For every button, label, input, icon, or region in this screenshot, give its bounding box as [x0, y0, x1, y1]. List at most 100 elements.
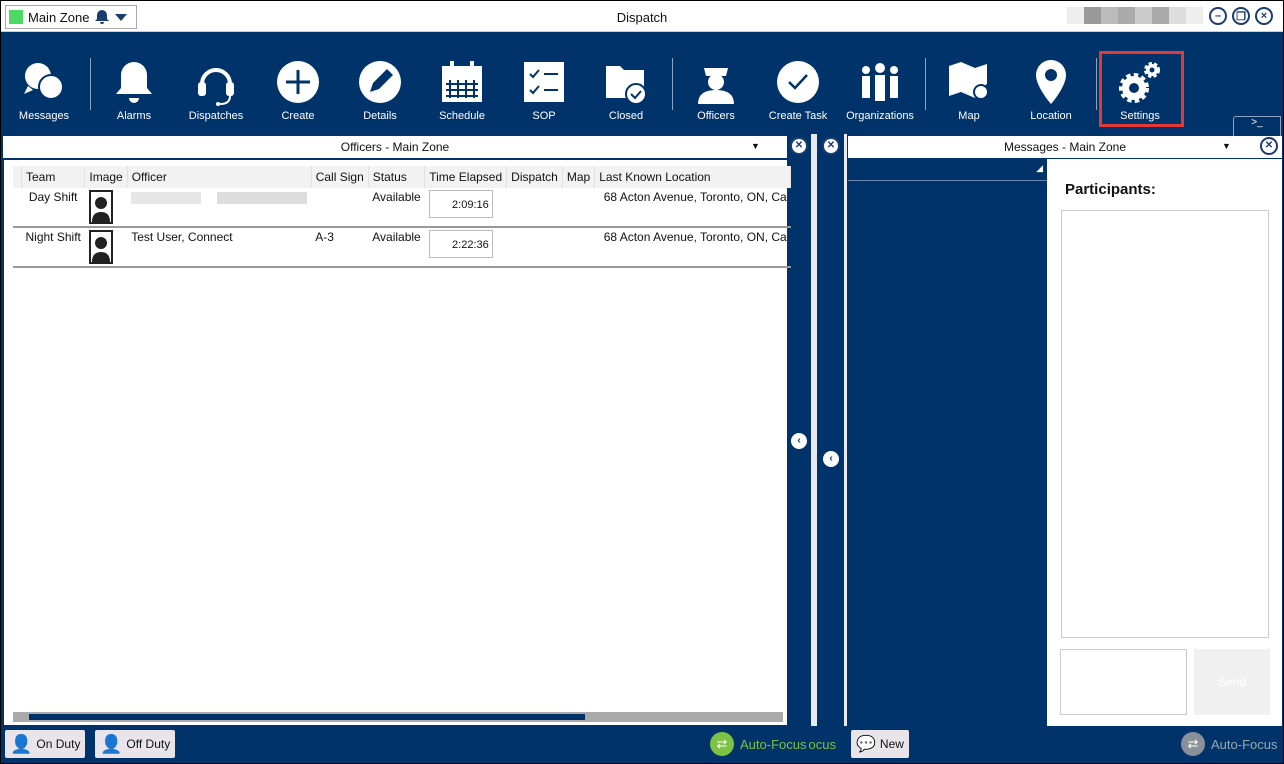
toolbar-label: SOP: [532, 110, 556, 122]
row-header: [13, 166, 22, 188]
officers-panel-header: Officers - Main Zone: [3, 136, 787, 158]
folder-check-icon: [606, 66, 647, 105]
panel-menu-caret-icon[interactable]: ▼: [1222, 141, 1231, 151]
participants-list[interactable]: [1061, 210, 1269, 638]
map-cell: [562, 188, 595, 228]
toolbar-officers-button[interactable]: Officers: [676, 58, 756, 122]
minimize-button[interactable]: –: [1209, 7, 1227, 25]
collapse-chevron-icon[interactable]: ‹: [823, 451, 839, 467]
column-header[interactable]: Status: [368, 166, 426, 188]
close-officers-panel-button[interactable]: ✕: [790, 137, 808, 155]
splitter[interactable]: [844, 134, 847, 726]
row-header-cell: [13, 188, 22, 228]
toolbar-organizations-button[interactable]: Organizations: [840, 58, 920, 122]
auto-focus-label: Auto-Focus: [1211, 736, 1278, 752]
column-header[interactable]: Time Elapsed: [424, 166, 508, 188]
auto-focus-label-clipped: ocus: [808, 736, 836, 752]
toolbar-label: Details: [363, 110, 397, 122]
toolbar-location-button[interactable]: Location: [1011, 58, 1091, 122]
console-button[interactable]: >_: [1233, 116, 1281, 136]
toolbar-create-task-button[interactable]: Create Task: [758, 58, 838, 122]
officers-grid: Team Image Officer Call Sign Status Time Elap…: [4, 160, 792, 725]
people-icon: [862, 63, 898, 101]
toolbar-create-button[interactable]: Create: [258, 58, 338, 122]
toolbar-dispatches-button[interactable]: Dispatches: [176, 58, 256, 122]
toolbar-settings-button[interactable]: Settings: [1100, 58, 1180, 122]
toolbar-alarms-button[interactable]: Alarms: [94, 58, 174, 122]
officer-remove-icon: 👤: [100, 733, 123, 754]
toolbar-closed-button[interactable]: Closed: [586, 58, 666, 122]
message-input[interactable]: [1060, 649, 1187, 715]
toolbar-separator: [1096, 58, 1097, 110]
swap-arrows-icon: ⇄: [710, 732, 734, 756]
column-header[interactable]: Image: [84, 166, 128, 188]
toolbar-label: Location: [1030, 110, 1072, 122]
map-cell: [562, 227, 595, 268]
scrollbar-thumb[interactable]: [29, 714, 585, 720]
team-cell: Night Shift: [21, 227, 85, 268]
horizontal-scrollbar[interactable]: [13, 712, 783, 722]
toolbar-map-button[interactable]: Map: [929, 58, 1009, 122]
column-header[interactable]: Officer: [127, 166, 312, 188]
officer-cell: Test User, Connect: [127, 227, 312, 268]
officer-add-icon: 👤: [10, 733, 33, 754]
restore-button[interactable]: ❐: [1232, 7, 1250, 25]
toolbar-separator: [925, 58, 926, 110]
column-header[interactable]: Call Sign: [311, 166, 369, 188]
gears-icon: [1119, 62, 1160, 103]
toolbar-label: Settings: [1120, 110, 1160, 122]
dispatch-window: Main Zone Dispatch – ❐ × >_ Messages Alar…: [1, 1, 1283, 763]
close-messages-panel-button[interactable]: ✕: [1260, 137, 1278, 155]
message-detail: Participants: Send: [1047, 159, 1282, 726]
time-elapsed-cell: 2:22:36: [424, 227, 507, 268]
toolbar-messages-button[interactable]: Messages: [4, 58, 84, 122]
panel-menu-caret-icon[interactable]: ▼: [751, 141, 760, 151]
officer-name: Test User, Connect: [131, 230, 233, 244]
column-header[interactable]: Dispatch: [506, 166, 563, 188]
toolbar-details-button[interactable]: Details: [340, 58, 420, 122]
officer-icon: [698, 68, 734, 104]
toolbar-label: Organizations: [846, 110, 914, 122]
table-row[interactable]: Day Shift Available 2:09:16 68 Acton Ave…: [13, 188, 791, 228]
toolbar-label: Create: [281, 110, 315, 122]
collapse-chevron-icon[interactable]: ‹: [791, 433, 807, 449]
off-duty-button[interactable]: 👤 Off Duty: [95, 730, 176, 758]
splitter[interactable]: [811, 134, 817, 726]
location-cell: 68 Acton Avenue, Toronto, ON, Ca: [594, 188, 791, 228]
toolbar-separator: [90, 58, 91, 110]
toolbar-label: Officers: [697, 110, 735, 122]
dispatch-cell: [506, 188, 563, 228]
close-column-button[interactable]: ✕: [822, 137, 840, 155]
off-duty-label: Off Duty: [126, 737, 171, 751]
title-bar: Main Zone Dispatch – ❐ ×: [1, 1, 1283, 32]
plus-circle-icon: [277, 61, 319, 103]
bell-icon: [116, 62, 152, 103]
column-header[interactable]: Last Known Location: [594, 166, 792, 188]
auto-focus-toggle[interactable]: ⇄ Auto-Focus ocus: [710, 732, 836, 756]
image-cell: [84, 188, 128, 228]
toolbar-label: Map: [958, 110, 980, 122]
on-duty-button[interactable]: 👤 On Duty: [5, 730, 86, 758]
toolbar-label: Create Task: [768, 110, 828, 122]
image-cell: [84, 227, 128, 268]
status-cell: Available: [368, 188, 425, 228]
column-header[interactable]: Map: [562, 166, 596, 188]
user-name-redacted: [1067, 7, 1203, 24]
officer-cell: [127, 188, 312, 228]
new-message-button[interactable]: 💬 New: [851, 730, 909, 758]
close-button[interactable]: ×: [1255, 7, 1273, 25]
table-row[interactable]: Night Shift Test User, Connect A-3 Avail…: [13, 227, 791, 268]
location-cell: 68 Acton Avenue, Toronto, ON, Ca: [594, 227, 791, 268]
toolbar-sop-button[interactable]: SOP: [504, 58, 584, 122]
toolbar: >_ Messages Alarms Dispatches Create Details…: [1, 32, 1283, 136]
auto-focus-toggle-messages[interactable]: ⇄ Auto-Focus: [1181, 732, 1277, 756]
chat-bubbles-icon: [24, 63, 64, 100]
status-cell: Available: [368, 227, 425, 268]
officer-avatar-icon: [88, 190, 113, 224]
toolbar-schedule-button[interactable]: Schedule: [422, 58, 502, 122]
send-button[interactable]: Send: [1194, 649, 1270, 715]
time-elapsed-value: 2:22:36: [428, 230, 493, 258]
call-sign-cell: [311, 188, 369, 228]
officers-panel-title: Officers - Main Zone: [340, 140, 450, 154]
column-header[interactable]: Team: [21, 166, 86, 188]
